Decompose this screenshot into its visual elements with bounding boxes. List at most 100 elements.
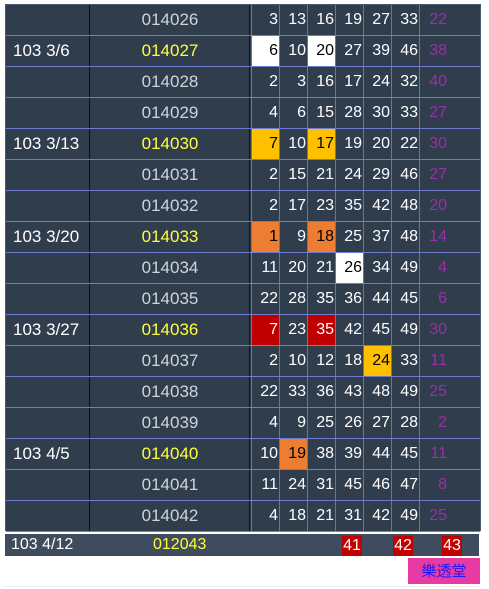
table-row: 103 3/13 014030 7 10 17 19 20 22 30	[6, 129, 480, 160]
drawn-number: 31	[307, 470, 335, 500]
drawn-number: 46	[363, 470, 391, 500]
drawn-number: 20	[363, 129, 391, 159]
drawn-number: 2	[251, 67, 279, 97]
drawn-number: 45	[391, 284, 419, 314]
drawn-number: 18	[279, 501, 307, 531]
draw-date	[6, 284, 90, 314]
special-number: 22	[419, 5, 448, 35]
drawn-number: 2	[251, 191, 279, 221]
table-row: 014028 2 3 16 17 24 32 40	[6, 67, 480, 98]
drawn-number: 35	[307, 284, 335, 314]
draw-date	[6, 470, 90, 500]
drawn-number: 49	[391, 253, 419, 283]
drawn-number: 15	[307, 98, 335, 128]
special-number: 40	[419, 67, 448, 97]
drawn-number: 3	[251, 5, 279, 35]
draw-issue: 014031	[91, 160, 250, 190]
drawn-number: 1	[251, 222, 279, 252]
draw-date	[6, 98, 90, 128]
drawn-number: 19	[335, 129, 363, 159]
drawn-number: 10	[279, 346, 307, 376]
draw-issue: 014036	[91, 315, 250, 345]
drawn-number: 13	[279, 5, 307, 35]
drawn-number: 35	[307, 315, 335, 345]
drawn-number: 20	[307, 36, 335, 66]
drawn-number: 35	[335, 191, 363, 221]
special-number: 14	[419, 222, 448, 252]
table-row: 103 4/5 014040 10 19 38 39 44 45 11	[6, 439, 480, 470]
drawn-number: 27	[335, 36, 363, 66]
drawn-number: 22	[251, 377, 279, 407]
drawn-number: 6	[251, 36, 279, 66]
drawn-number: 28	[279, 284, 307, 314]
special-number: 8	[419, 470, 448, 500]
drawn-number: 42	[335, 315, 363, 345]
table-row: 014029 4 6 15 28 30 33 27	[6, 98, 480, 129]
draw-issue: 014039	[91, 408, 250, 438]
draw-date: 103 3/20	[6, 222, 90, 252]
drawn-number: 26	[335, 408, 363, 438]
special-number: 6	[419, 284, 448, 314]
drawn-number: 10	[251, 439, 279, 469]
drawn-number: 48	[391, 222, 419, 252]
draw-issue: 014042	[91, 501, 250, 531]
table-row: 103 3/27 014036 7 23 35 42 45 49 30	[6, 315, 480, 346]
draw-date	[6, 67, 90, 97]
draw-date	[6, 160, 90, 190]
next-draw-number: 43	[442, 536, 462, 556]
drawn-number: 31	[335, 501, 363, 531]
drawn-number: 34	[363, 253, 391, 283]
special-number: 25	[419, 501, 448, 531]
next-draw-number: 41	[342, 536, 362, 556]
drawn-number: 20	[279, 253, 307, 283]
special-number: 27	[419, 160, 448, 190]
drawn-number: 18	[335, 346, 363, 376]
next-draw-number: 42	[393, 536, 413, 556]
next-draw-row: 103 4/12 012043 41 42 43	[5, 534, 479, 556]
special-number: 4	[419, 253, 448, 283]
drawn-number: 45	[391, 439, 419, 469]
table-row: 014041 11 24 31 45 46 47 8	[6, 470, 480, 501]
drawn-number: 49	[391, 501, 419, 531]
table-row: 014039 4 9 25 26 27 28 2	[6, 408, 480, 439]
drawn-number: 46	[391, 160, 419, 190]
table-row: 014031 2 15 21 24 29 46 27	[6, 160, 480, 191]
drawn-number: 21	[307, 160, 335, 190]
drawn-number: 24	[279, 470, 307, 500]
special-number: 30	[419, 315, 448, 345]
draw-date	[6, 346, 90, 376]
draw-issue: 014034	[91, 253, 250, 283]
draw-date	[6, 253, 90, 283]
drawn-number: 9	[279, 408, 307, 438]
table-row: 014034 11 20 21 26 34 49 4	[6, 253, 480, 284]
drawn-number: 33	[279, 377, 307, 407]
drawn-number: 42	[363, 191, 391, 221]
drawn-number: 44	[363, 439, 391, 469]
drawn-number: 12	[307, 346, 335, 376]
table-row: 103 3/20 014033 1 9 18 25 37 48 14	[6, 222, 480, 253]
drawn-number: 25	[307, 408, 335, 438]
drawn-number: 11	[251, 253, 279, 283]
drawn-number: 26	[335, 253, 363, 283]
drawn-number: 16	[307, 67, 335, 97]
drawn-number: 42	[363, 501, 391, 531]
drawn-number: 4	[251, 501, 279, 531]
drawn-number: 24	[363, 346, 391, 376]
lottery-table: 014026 3 13 16 19 27 33 22 103 3/6 014027 6 10 20 27 3…	[5, 4, 481, 532]
draw-issue: 014030	[91, 129, 250, 159]
drawn-number: 43	[335, 377, 363, 407]
drawn-number: 38	[307, 439, 335, 469]
drawn-number: 4	[251, 408, 279, 438]
drawn-number: 16	[307, 5, 335, 35]
special-number: 27	[419, 98, 448, 128]
drawn-number: 27	[363, 408, 391, 438]
drawn-number: 32	[391, 67, 419, 97]
drawn-number: 48	[363, 377, 391, 407]
draw-date: 103 3/13	[6, 129, 90, 159]
drawn-number: 17	[279, 191, 307, 221]
draw-issue: 014038	[91, 377, 250, 407]
next-draw-date: 103 4/12	[11, 536, 74, 553]
special-number: 25	[419, 377, 448, 407]
drawn-number: 17	[307, 129, 335, 159]
table-row: 014037 2 10 12 18 24 33 11	[6, 346, 480, 377]
